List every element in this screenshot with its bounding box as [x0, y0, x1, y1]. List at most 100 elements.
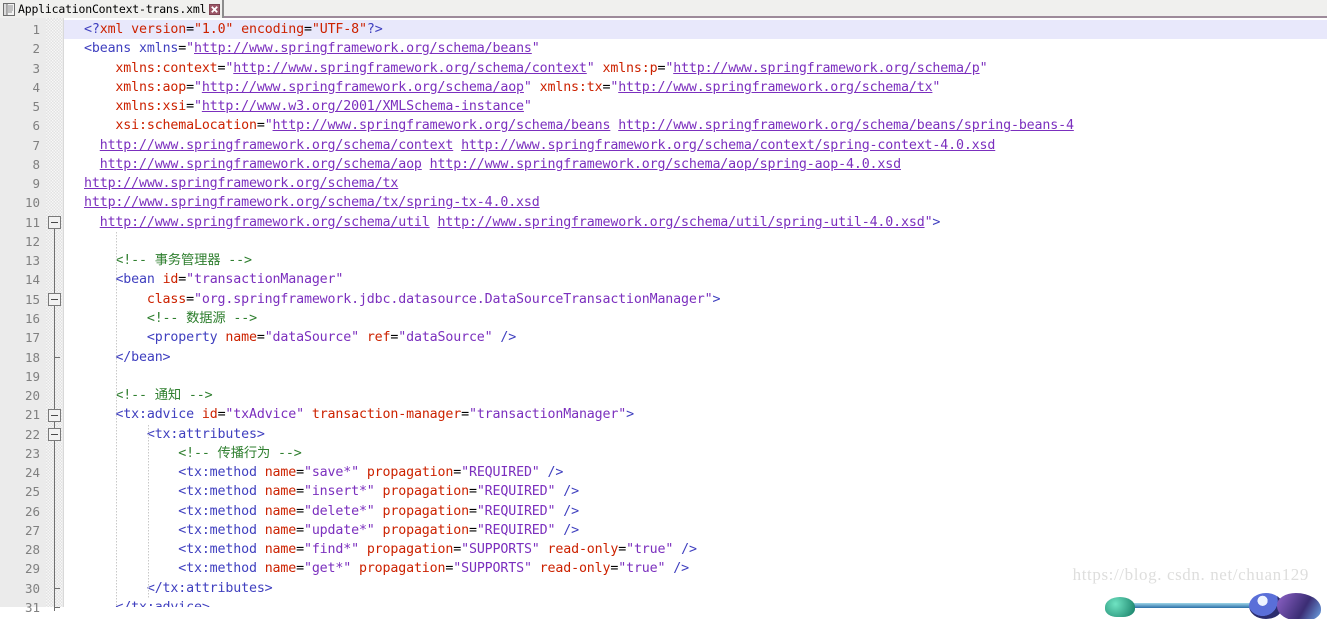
code-token-attr: name: [264, 465, 297, 481]
code-line[interactable]: <tx:attributes>: [64, 425, 1327, 444]
code-token-val: "org.springframework.jdbc.datasource.Dat…: [193, 291, 713, 307]
line-number: 21: [24, 407, 40, 423]
code-token-cn: 事务管理器: [154, 253, 221, 269]
code-line[interactable]: <tx:method name="update*" propagation="R…: [64, 521, 1327, 540]
line-number: 16: [24, 310, 40, 326]
fold-collapse-icon[interactable]: [48, 292, 61, 306]
xml-editor[interactable]: 1 2 3 4 5 6 7 8 9 10 11 12 13 14 15 16 17 18 19 20 21 22 23 24 2…: [0, 18, 1327, 619]
code-line[interactable]: xmlns:xsi="http://www.w3.org/2001/XMLSch…: [64, 97, 1327, 116]
code-line[interactable]: <tx:method name="save*" propagation="REQ…: [64, 463, 1327, 482]
code-line[interactable]: xmlns:aop="http://www.springframework.or…: [64, 78, 1327, 97]
code-line[interactable]: <property name="dataSource" ref="dataSou…: [64, 328, 1327, 347]
code-token-quote: ": [193, 99, 202, 115]
code-token-tag: />: [681, 542, 697, 558]
code-line[interactable]: </bean>: [64, 348, 1327, 367]
code-token-plain: =: [296, 503, 304, 519]
code-line[interactable]: xsi:schemaLocation="http://www.springfra…: [64, 116, 1327, 135]
code-line[interactable]: </tx:advice>: [64, 598, 1327, 607]
code-token-val: "transactionManager": [186, 272, 344, 288]
code-token-plain: =: [296, 561, 304, 577]
line-number: 13: [24, 253, 40, 269]
code-token-plain: =: [178, 41, 187, 57]
code-token-val: "REQUIRED": [461, 465, 540, 481]
code-token-attr: name: [225, 330, 257, 346]
code-token-comment: -->: [270, 445, 302, 461]
tab-application-context-trans-xml[interactable]: ApplicationContext-trans.xml: [0, 0, 225, 18]
code-line[interactable]: http://www.springframework.org/schema/ao…: [64, 155, 1327, 174]
code-line[interactable]: <tx:method name="find*" propagation="SUP…: [64, 540, 1327, 559]
line-number: 12: [24, 233, 40, 249]
code-folding-gutter[interactable]: [46, 18, 64, 612]
code-line[interactable]: class="org.springframework.jdbc.datasour…: [64, 290, 1327, 309]
code-line[interactable]: http://www.springframework.org/schema/tx: [64, 174, 1327, 193]
code-line[interactable]: <!-- 通知 -->: [64, 386, 1327, 405]
code-line[interactable]: <!-- 事务管理器 -->: [64, 251, 1327, 270]
fold-collapse-icon[interactable]: [48, 408, 61, 422]
code-line[interactable]: [64, 232, 1327, 251]
code-line[interactable]: <beans xmlns="http://www.springframework…: [64, 39, 1327, 58]
code-line[interactable]: http://www.springframework.org/schema/ut…: [64, 213, 1327, 232]
code-token-pi: encoding: [241, 22, 304, 37]
code-line[interactable]: http://www.springframework.org/schema/tx…: [64, 193, 1327, 212]
code-token-tag: <beans: [84, 41, 132, 57]
code-token-tag: </bean>: [115, 349, 171, 365]
code-line[interactable]: xmlns:context="http://www.springframewor…: [64, 59, 1327, 78]
code-line[interactable]: <tx:advice id = "txAdvice" transaction-man…: [64, 405, 1327, 424]
line-number: 17: [24, 330, 40, 346]
fold-collapse-icon[interactable]: [48, 215, 61, 229]
line-number: 11: [24, 214, 40, 230]
line-number: 4: [32, 79, 40, 95]
fold-collapse-icon[interactable]: [48, 427, 61, 441]
code-token-tag: </tx:attributes>: [146, 580, 273, 596]
code-token-val: "save*": [303, 465, 359, 481]
code-token-tag: />: [563, 484, 579, 500]
code-token-tag: <bean: [115, 272, 155, 288]
code-line[interactable]: <?xml version="1.0" encoding="UTF-8"?>: [64, 20, 1327, 40]
code-line[interactable]: <!-- 数据源 -->: [64, 309, 1327, 328]
line-number: 20: [24, 388, 40, 404]
code-line[interactable]: <bean id="transactionManager": [64, 270, 1327, 289]
code-line[interactable]: <tx:method name="insert*" propagation="R…: [64, 482, 1327, 501]
code-token-tag: xmlns: [139, 41, 179, 57]
line-number: 5: [32, 99, 40, 115]
code-token-attr: name: [264, 484, 297, 500]
code-token-val: "txAdvice": [225, 407, 304, 423]
code-token-cn: 通知: [154, 388, 181, 404]
code-token-link: http://www.springframework.org/schema/be…: [194, 41, 532, 57]
code-token-attr: class: [146, 291, 187, 307]
code-token-attr: id: [162, 272, 179, 288]
code-token-attr: transaction-manager: [311, 407, 462, 423]
code-token-tag: <property: [146, 330, 218, 346]
close-icon[interactable]: [209, 3, 221, 15]
code-content[interactable]: <?xml version="1.0" encoding="UTF-8"?> <b…: [64, 18, 1327, 607]
code-token-attr: propagation: [358, 561, 446, 577]
code-line[interactable]: <tx:method name="delete*" propagation="R…: [64, 502, 1327, 521]
watermark-url: https://blog. csdn. net/chuan129: [1072, 565, 1309, 584]
fold-end-tick: [54, 356, 60, 358]
code-token-link: http://www.springframework.org/schema/p: [673, 60, 980, 76]
code-token-quote: ": [586, 60, 595, 76]
line-number-gutter: 1 2 3 4 5 6 7 8 9 10 11 12 13 14 15 16 17 18 19 20 21 22 23 24 2…: [0, 18, 46, 615]
code-line[interactable]: <!-- 传播行为 -->: [64, 444, 1327, 463]
line-number: 24: [24, 465, 40, 481]
code-line[interactable]: [64, 367, 1327, 386]
code-line[interactable]: http://www.springframework.org/schema/co…: [64, 136, 1327, 155]
code-token-val: "SUPPORTS": [453, 561, 532, 577]
code-token-cn: 数据源: [186, 310, 226, 326]
code-token-plain: =: [453, 465, 462, 481]
